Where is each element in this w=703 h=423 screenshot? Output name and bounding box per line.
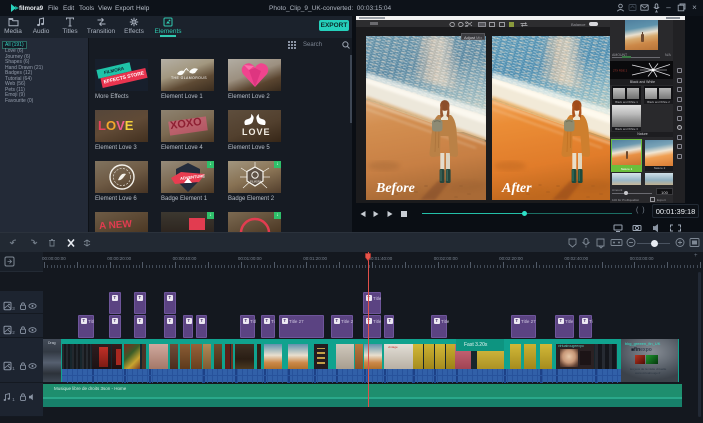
svg-text:2TX RDE 2: 2TX RDE 2 [613,69,628,73]
svg-text:2: 2 [12,330,15,335]
svg-text:FILMORA: FILMORA [250,180,262,184]
svg-text:1: 1 [12,366,15,371]
svg-text:1: 1 [12,397,15,402]
svg-text:3: 3 [12,306,15,311]
